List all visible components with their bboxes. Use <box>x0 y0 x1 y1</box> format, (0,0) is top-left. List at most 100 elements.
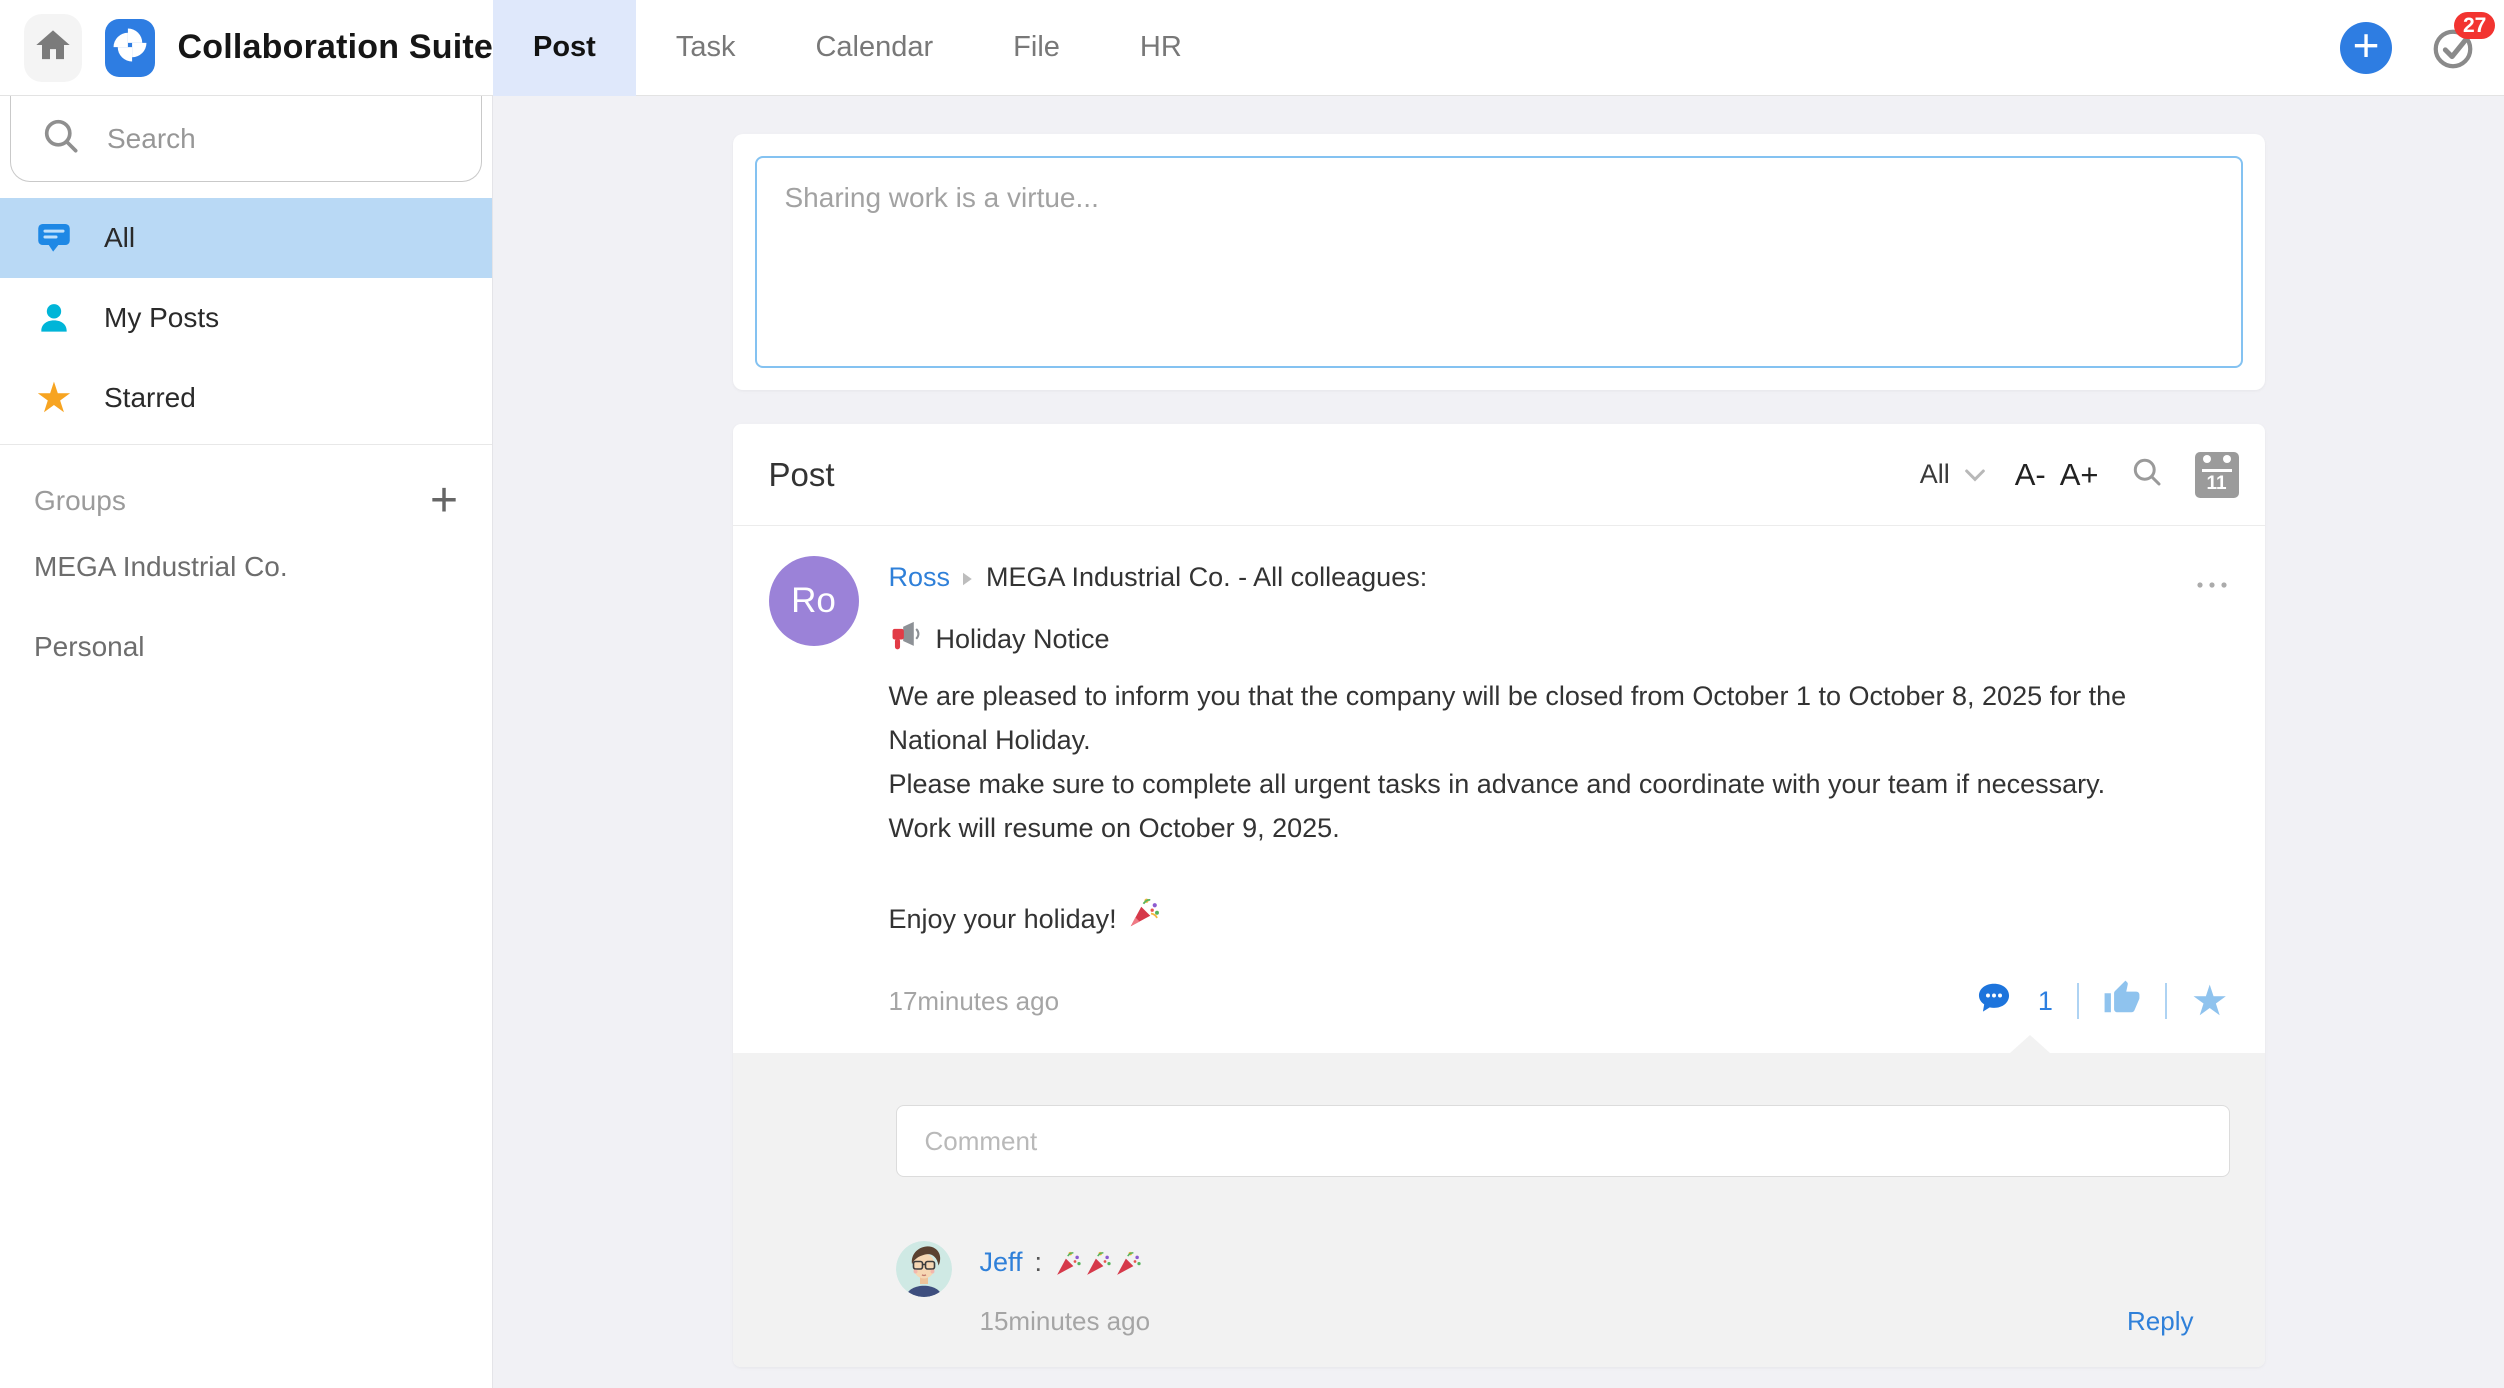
post-body-line: Please make sure to complete all urgent … <box>889 762 2229 806</box>
calendar-ring <box>2203 455 2211 463</box>
notification-badge: 27 <box>2454 12 2495 39</box>
party-popper-icon <box>1127 894 1163 943</box>
post-content: Ross MEGA Industrial Co. - All colleague… <box>889 556 2229 1029</box>
search-icon <box>39 114 83 163</box>
party-popper-icon <box>1054 1248 1084 1278</box>
calendar-line <box>2202 469 2232 472</box>
post-body: We are pleased to inform you that the co… <box>889 674 2229 943</box>
comment-separator: : <box>1035 1247 1043 1278</box>
sidebar-item-label: My Posts <box>104 302 219 334</box>
panel-title: Post <box>769 456 835 494</box>
filter-value: All <box>1920 459 1950 490</box>
tab-post[interactable]: Post <box>493 0 636 96</box>
post-filter-dropdown[interactable]: All <box>1920 459 1985 490</box>
sidebar-item-my-posts[interactable]: My Posts <box>0 278 492 358</box>
post-subject-row: 📢 Holiday Notice <box>889 619 2229 660</box>
post-body-line: Work will resume on October 9, 2025. <box>889 806 2229 850</box>
sidebar-search[interactable] <box>10 96 482 182</box>
app-logo[interactable] <box>105 19 154 77</box>
panel-controls: All A- A+ <box>1920 452 2239 498</box>
post-subject: Holiday Notice <box>936 624 1110 655</box>
party-popper-icon <box>1114 1248 1144 1278</box>
tab-task[interactable]: Task <box>636 0 776 96</box>
thumbs-up-icon[interactable] <box>2103 979 2141 1024</box>
comments-pointer <box>2010 1035 2050 1053</box>
post-item: Ro Ross MEGA Industrial Co. - All collea… <box>733 526 2265 1029</box>
sidebar-item-label: Starred <box>104 382 196 414</box>
comment-author-link[interactable]: Jeff <box>980 1247 1023 1278</box>
home-button[interactable] <box>24 14 82 82</box>
post-panel: Post All A- A+ <box>733 424 2265 1367</box>
person-icon <box>32 298 76 338</box>
comment-main: Jeff : 🎉🎉🎉 <box>980 1241 2230 1337</box>
post-composer-input[interactable] <box>755 156 2243 368</box>
comment-item: Jeff : 🎉🎉🎉 <box>896 1241 2230 1337</box>
tasks-notification-button[interactable]: 27 <box>2430 25 2476 71</box>
chevron-down-icon <box>1965 459 1985 490</box>
check-circle-icon <box>2430 58 2476 75</box>
app-title: Collaboration Suite <box>178 28 493 67</box>
sidebar-item-all[interactable]: All <box>0 198 492 278</box>
pinwheel-icon <box>109 24 151 71</box>
sidebar: All My Posts ★ Starred Groups + MEGA Ind… <box>0 96 493 1388</box>
calendar-day: 11 <box>2195 473 2239 495</box>
post-author-link[interactable]: Ross <box>889 562 951 593</box>
calendar-icon[interactable]: 11 <box>2195 452 2239 498</box>
sidebar-nav: All My Posts ★ Starred <box>0 198 492 438</box>
groups-header: Groups + <box>0 475 492 527</box>
search-input[interactable] <box>107 123 407 155</box>
star-icon: ★ <box>32 377 76 419</box>
home-icon <box>33 25 73 70</box>
group-item-personal[interactable]: Personal <box>0 607 492 687</box>
post-composer-card <box>733 134 2265 390</box>
post-body-line <box>889 850 2229 894</box>
comment-head: Jeff : 🎉🎉🎉 <box>980 1247 2230 1278</box>
post-footer: 17minutes ago 1 <box>889 973 2229 1029</box>
comment-section: Jeff : 🎉🎉🎉 <box>733 1053 2265 1367</box>
header-brand: Collaboration Suite <box>0 14 493 82</box>
comment-meta: 15minutes ago Reply <box>980 1306 2230 1337</box>
reply-button[interactable]: Reply <box>2127 1306 2229 1337</box>
group-item-mega-industrial[interactable]: MEGA Industrial Co. <box>0 527 492 607</box>
tab-calendar[interactable]: Calendar <box>775 0 973 96</box>
comment-timestamp: 15minutes ago <box>980 1306 1151 1337</box>
comment-input[interactable] <box>896 1105 2230 1177</box>
post-actions: 1 ★ <box>1974 979 2229 1024</box>
panel-search-icon[interactable] <box>2129 454 2165 495</box>
font-decrease-button[interactable]: A- <box>2015 457 2046 493</box>
post-author-row: Ross MEGA Industrial Co. - All colleague… <box>889 562 2229 593</box>
divider <box>2165 983 2167 1019</box>
chat-bubble-icon <box>32 217 76 259</box>
sidebar-divider <box>0 444 492 445</box>
groups-label: Groups <box>34 485 126 517</box>
tab-file[interactable]: File <box>973 0 1100 96</box>
post-menu-button[interactable] <box>2195 566 2229 597</box>
comment-count[interactable]: 1 <box>2038 986 2053 1017</box>
main-tabs: Post Task Calendar File HR <box>493 0 1222 96</box>
post-body-line: We are pleased to inform you that the co… <box>889 674 2229 762</box>
megaphone-icon <box>889 619 923 660</box>
calendar-ring <box>2223 455 2231 463</box>
star-post-icon[interactable]: ★ <box>2191 980 2229 1022</box>
header-actions: + 27 <box>2340 22 2504 74</box>
tab-hr[interactable]: HR <box>1100 0 1222 96</box>
avatar[interactable]: Ro <box>769 556 859 646</box>
main-content: Post All A- A+ <box>493 96 2504 1388</box>
add-button[interactable]: + <box>2340 22 2392 74</box>
sidebar-item-starred[interactable]: ★ Starred <box>0 358 492 438</box>
comment-bubble-icon[interactable] <box>1974 979 2014 1024</box>
top-header: Collaboration Suite Post Task Calendar F… <box>0 0 2504 96</box>
add-group-button[interactable]: + <box>430 482 458 520</box>
party-popper-icon <box>1084 1248 1114 1278</box>
post-panel-header: Post All A- A+ <box>733 424 2265 526</box>
post-audience: MEGA Industrial Co. - All colleagues: <box>986 562 1427 593</box>
avatar[interactable] <box>896 1241 952 1297</box>
breadcrumb-arrow-icon <box>963 562 973 593</box>
comment-emojis <box>1054 1248 1144 1278</box>
post-timestamp: 17minutes ago <box>889 986 1060 1017</box>
divider <box>2077 983 2079 1019</box>
sidebar-item-label: All <box>104 222 135 254</box>
font-size-controls: A- A+ <box>2015 457 2099 493</box>
post-body-closing-line: Enjoy your holiday! 🎉 <box>889 894 2229 943</box>
font-increase-button[interactable]: A+ <box>2060 457 2099 493</box>
